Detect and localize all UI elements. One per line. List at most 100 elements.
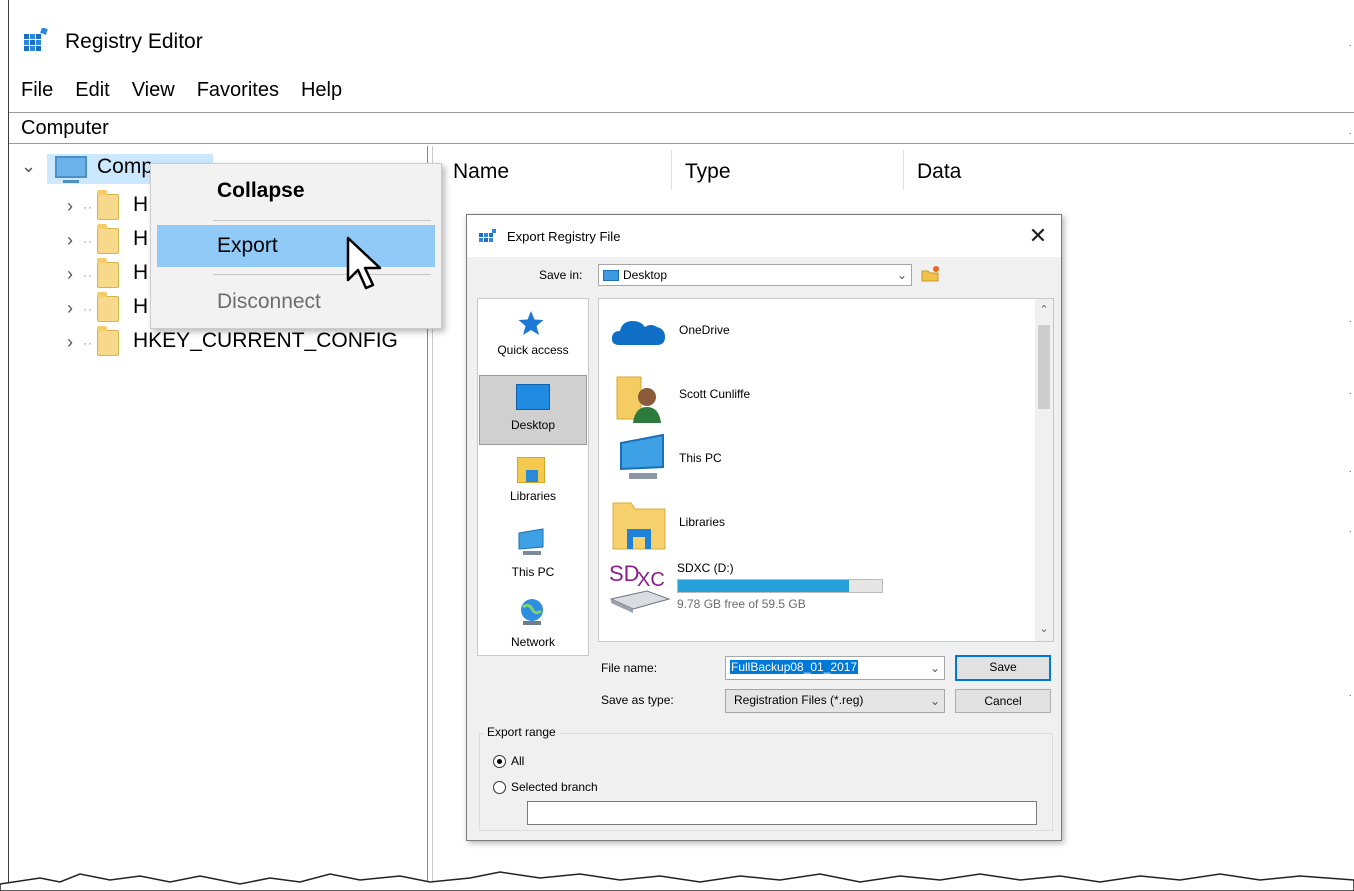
chevron-down-icon: ⌄ xyxy=(929,694,940,708)
folder-icon xyxy=(97,224,119,254)
place-network[interactable]: Network xyxy=(479,595,587,661)
column-header-data[interactable]: Data xyxy=(917,160,961,184)
menu-file[interactable]: File xyxy=(9,76,63,108)
list-item-user-folder[interactable]: Scott Cunliffe xyxy=(607,369,1027,427)
place-label: Network xyxy=(510,635,555,649)
folder-icon xyxy=(97,190,119,220)
export-registry-dialog: Export Registry File ✕ Save in: Desktop … xyxy=(466,214,1062,841)
tree-label: H xyxy=(133,193,149,216)
file-name-input[interactable]: FullBackup08_01_2017 ⌄ xyxy=(725,656,945,680)
chevron-right-icon[interactable]: › xyxy=(67,264,81,284)
desktop-icon xyxy=(603,270,619,282)
menu-edit[interactable]: Edit xyxy=(63,76,119,108)
file-list-scrollbar[interactable]: ⌃ ⌄ xyxy=(1035,299,1053,641)
place-label: This PC xyxy=(511,565,555,579)
menu-item-export[interactable]: Export xyxy=(157,225,435,267)
place-label: Desktop xyxy=(510,418,556,432)
registry-editor-icon xyxy=(479,229,496,242)
sd-card-icon: SD XC xyxy=(607,561,675,621)
list-item-libraries[interactable]: Libraries xyxy=(607,497,1027,555)
menu-help[interactable]: Help xyxy=(289,76,352,108)
scroll-down-icon[interactable]: ⌄ xyxy=(1035,622,1053,635)
menu-bar: File Edit View Favorites Help xyxy=(9,76,352,108)
place-label: Quick access xyxy=(497,343,569,357)
file-name-onedrive: OneDrive xyxy=(679,323,730,337)
selected-branch-input[interactable] xyxy=(527,801,1037,825)
save-in-dropdown[interactable]: Desktop ⌄ xyxy=(598,264,912,286)
menu-item-collapse[interactable]: Collapse xyxy=(157,170,435,212)
close-icon[interactable]: ✕ xyxy=(1025,223,1051,249)
scroll-up-icon[interactable]: ⌃ xyxy=(1035,303,1053,316)
place-quick-access[interactable]: Quick access xyxy=(479,307,587,373)
drive-free-space: 9.78 GB free of 59.5 GB xyxy=(677,597,806,611)
chevron-down-icon[interactable]: ⌄ xyxy=(21,156,36,176)
dialog-title-bar: Export Registry File ✕ xyxy=(467,215,1061,257)
drive-usage-fill xyxy=(678,580,849,592)
new-folder-icon[interactable] xyxy=(921,265,941,283)
address-bar[interactable]: Computer xyxy=(9,112,1354,144)
list-item-sd-card[interactable]: SD XC SDXC (D:) 9.78 GB free of 59.5 GB xyxy=(607,557,1027,637)
chevron-right-icon[interactable]: › xyxy=(67,196,81,216)
save-as-type-value: Registration Files (*.reg) xyxy=(734,693,864,707)
tree-label: H xyxy=(133,295,149,318)
menu-favorites[interactable]: Favorites xyxy=(185,76,289,108)
drive-usage-bar xyxy=(677,579,883,593)
tree-label: H xyxy=(133,261,149,284)
tree-label-computer: Comp xyxy=(97,155,154,178)
this-pc-icon xyxy=(518,528,544,555)
file-name-value: FullBackup08_01_2017 xyxy=(730,660,859,674)
chevron-right-icon[interactable]: › xyxy=(67,298,81,318)
tree-label: H xyxy=(133,227,149,250)
scroll-thumb[interactable] xyxy=(1038,325,1050,409)
file-name-label: File name: xyxy=(601,661,658,675)
tree-item-hkey-current-config[interactable]: › ·· HKEY_CURRENT_CONFIG xyxy=(9,326,429,358)
registry-editor-icon xyxy=(24,28,48,51)
menu-view[interactable]: View xyxy=(120,76,185,108)
list-item-onedrive[interactable]: OneDrive xyxy=(607,305,1027,363)
export-range-legend: Export range xyxy=(483,725,560,739)
dialog-title: Export Registry File xyxy=(507,229,621,244)
star-icon xyxy=(518,311,544,335)
chevron-down-icon[interactable]: ⌄ xyxy=(930,658,940,678)
mouse-pointer-icon xyxy=(346,236,382,290)
radio-selected-branch[interactable] xyxy=(493,781,506,794)
radio-all-label: All xyxy=(511,754,525,768)
chevron-right-icon[interactable]: › xyxy=(67,230,81,250)
folder-icon xyxy=(97,292,119,322)
list-item-this-pc[interactable]: This PC xyxy=(607,433,1027,491)
chevron-right-icon[interactable]: › xyxy=(67,332,81,352)
file-name-sd-card: SDXC (D:) xyxy=(677,561,734,575)
torn-edge xyxy=(0,871,1354,891)
save-button[interactable]: Save xyxy=(955,655,1051,681)
window-title: Registry Editor xyxy=(65,30,203,53)
folder-icon xyxy=(97,326,119,356)
computer-icon xyxy=(55,156,87,183)
address-text: Computer xyxy=(21,117,109,139)
save-as-type-label: Save as type: xyxy=(601,693,674,707)
desktop-icon xyxy=(516,384,550,410)
cancel-button[interactable]: Cancel xyxy=(955,689,1051,713)
file-name-libraries: Libraries xyxy=(679,515,726,529)
file-name-this-pc: This PC xyxy=(679,451,722,465)
context-menu: Collapse Export Disconnect xyxy=(150,163,442,329)
tree-label-hkey-current-config: HKEY_CURRENT_CONFIG xyxy=(133,329,398,352)
place-desktop[interactable]: Desktop xyxy=(479,375,587,445)
onedrive-icon xyxy=(611,321,665,345)
column-header-type[interactable]: Type xyxy=(685,160,731,184)
file-name-user: Scott Cunliffe xyxy=(679,387,751,401)
place-this-pc[interactable]: This PC xyxy=(479,525,587,591)
save-in-label: Save in: xyxy=(539,268,583,282)
network-icon xyxy=(521,599,543,625)
this-pc-icon xyxy=(620,433,664,479)
save-in-value: Desktop xyxy=(623,268,668,282)
chevron-down-icon: ⌄ xyxy=(896,268,907,282)
radio-all[interactable] xyxy=(493,755,506,768)
save-as-type-dropdown[interactable]: Registration Files (*.reg) ⌄ xyxy=(725,689,945,713)
column-header-name[interactable]: Name xyxy=(453,160,509,184)
place-label: Libraries xyxy=(509,489,557,503)
place-libraries[interactable]: Libraries xyxy=(479,453,587,519)
places-bar: Quick access Desktop Libraries This PC N… xyxy=(477,298,589,656)
radio-selected-branch-label: Selected branch xyxy=(511,780,598,794)
title-bar: Registry Editor xyxy=(9,0,1354,80)
folder-icon xyxy=(97,258,119,288)
